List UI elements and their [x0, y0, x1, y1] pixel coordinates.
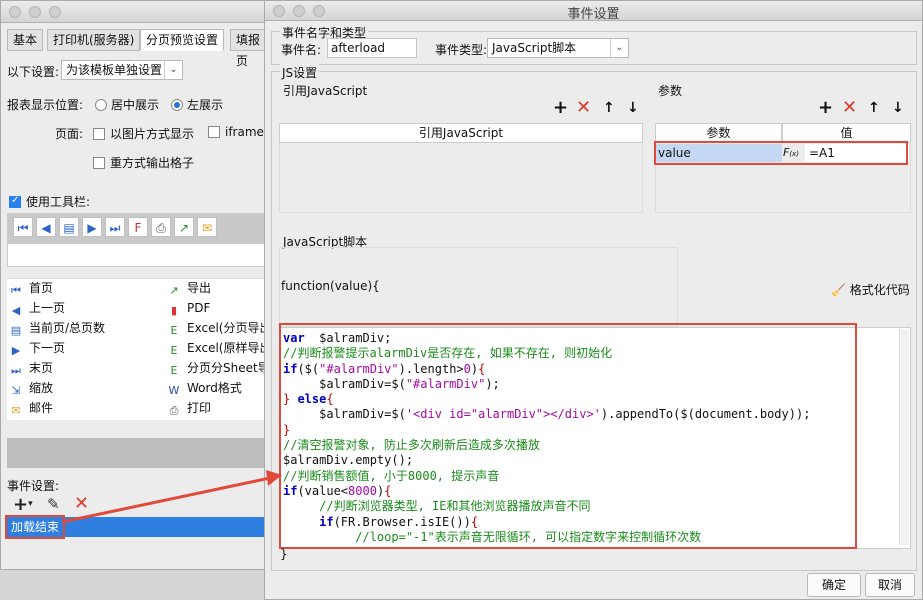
annotation-arrow — [61, 470, 282, 524]
